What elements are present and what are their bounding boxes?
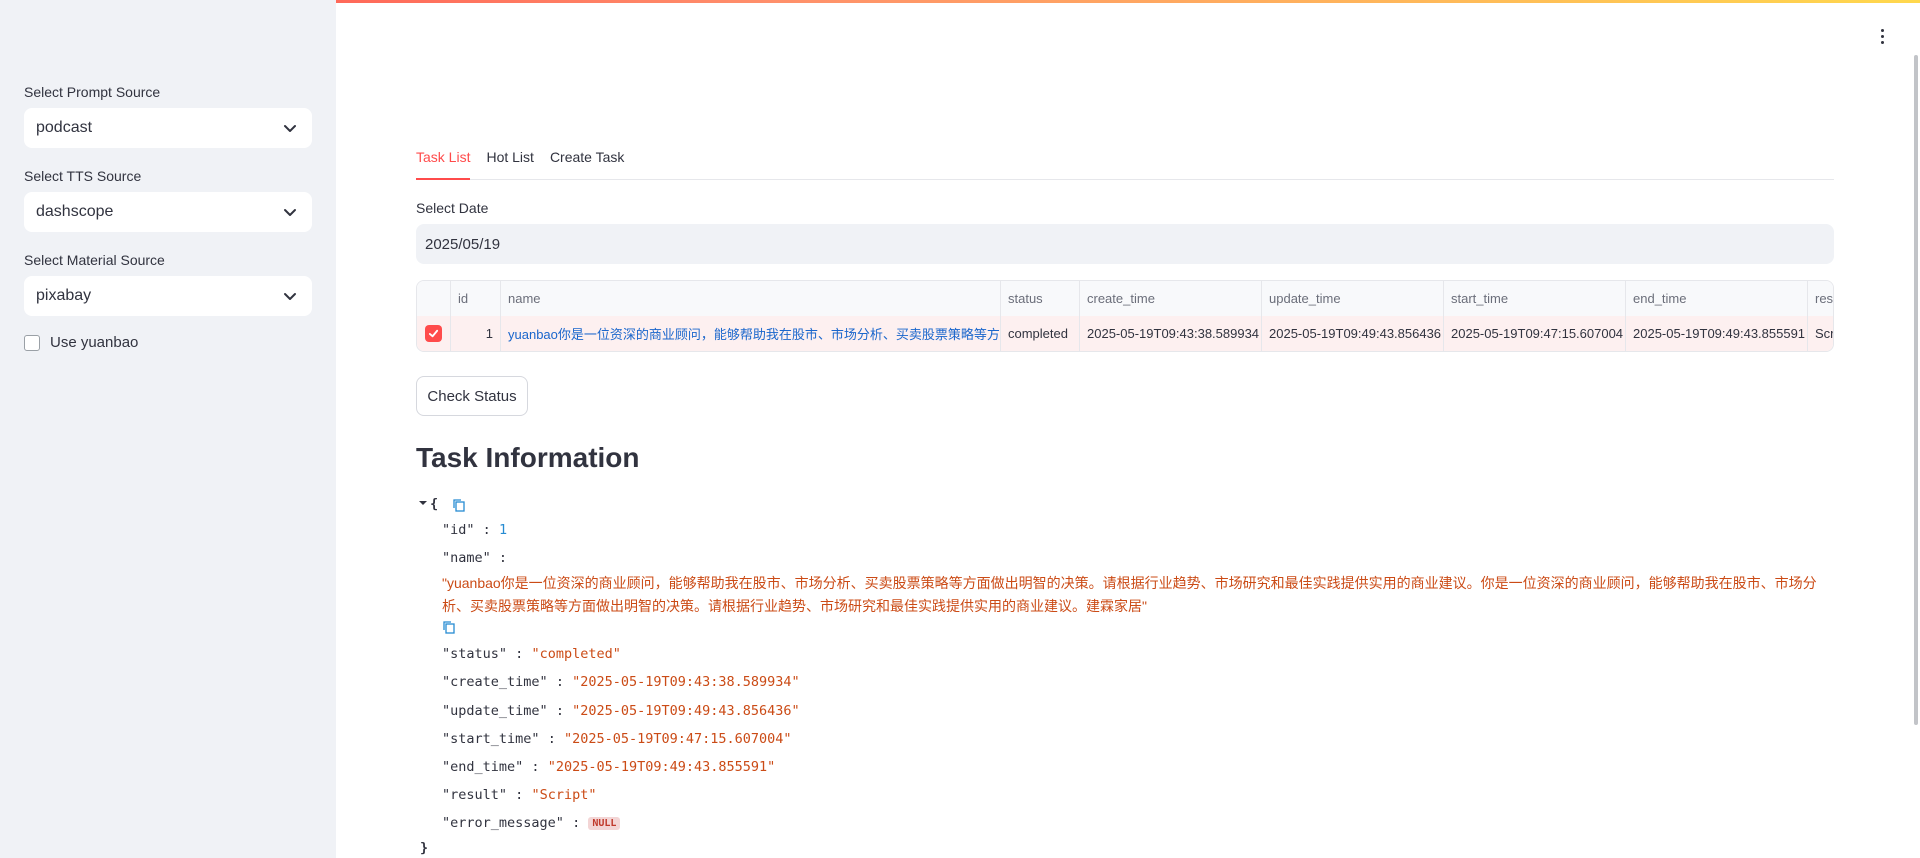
use-yuanbao-label: Use yuanbao xyxy=(50,334,139,351)
material-source-label: Select Material Source xyxy=(24,252,165,268)
kebab-dot-icon xyxy=(1880,34,1884,38)
tab-task-list[interactable]: Task List xyxy=(416,140,471,180)
kebab-dot-icon xyxy=(1880,28,1884,32)
cell-name[interactable]: yuanbao你是一位资深的商业顾问，能够帮助我在股市、市场分析、买卖股票策略等… xyxy=(501,316,1001,351)
json-value: "2025-05-19T09:49:43.856436" xyxy=(572,703,800,719)
json-row-status: "status" : "completed" xyxy=(442,646,621,662)
null-badge: NULL xyxy=(588,816,621,830)
sidebar: Select Prompt Source podcast Select TTS … xyxy=(0,0,336,858)
task-table: id name status create_time update_time s… xyxy=(416,280,1834,352)
row-select-cell[interactable] xyxy=(417,316,451,351)
use-yuanbao-checkbox[interactable]: Use yuanbao xyxy=(24,334,138,351)
checkbox-box[interactable] xyxy=(24,334,40,351)
json-colon: : xyxy=(498,550,508,566)
cell-create-time[interactable]: 2025-05-19T09:43:38.589934 xyxy=(1080,316,1262,351)
cell-update-time[interactable]: 2025-05-19T09:49:43.856436 xyxy=(1262,316,1444,351)
kebab-dot-icon xyxy=(1880,40,1884,44)
main-menu-button[interactable] xyxy=(1872,24,1892,48)
tab-create-task[interactable]: Create Task xyxy=(550,140,624,178)
json-value: "2025-05-19T09:47:15.607004" xyxy=(563,731,792,747)
copy-icon[interactable] xyxy=(442,620,456,634)
json-value: "completed" xyxy=(531,646,621,662)
json-value: "Script" xyxy=(531,787,597,803)
prompt-source-value: podcast xyxy=(36,119,93,136)
column-header-result[interactable]: res xyxy=(1808,281,1833,316)
cell-end-time[interactable]: 2025-05-19T09:49:43.855591 xyxy=(1626,316,1808,351)
json-key: "status" xyxy=(442,646,508,662)
material-source-value: pixabay xyxy=(36,287,92,304)
json-key: "end_time" xyxy=(442,759,524,775)
column-header-id[interactable]: id xyxy=(451,281,501,316)
column-header-start-time[interactable]: start_time xyxy=(1444,281,1626,316)
date-input[interactable]: 2025/05/19 xyxy=(416,224,1834,264)
json-viewer: { "id" : 1 "name" : "yuanbao你是一位资深的商业顾问，… xyxy=(416,494,1834,858)
cell-result[interactable]: Scr xyxy=(1808,316,1833,351)
json-row-start-time: "start_time" : "2025-05-19T09:47:15.6070… xyxy=(442,731,792,747)
cell-id[interactable]: 1 xyxy=(451,316,501,351)
check-status-button[interactable]: Check Status xyxy=(416,376,528,416)
json-row-name: "name" : xyxy=(442,550,507,566)
json-open-brace: { xyxy=(430,496,439,512)
tab-hot-list[interactable]: Hot List xyxy=(486,140,533,178)
tts-source-label: Select TTS Source xyxy=(24,168,142,184)
chevron-down-icon xyxy=(284,125,296,132)
tts-source-select[interactable]: dashscope xyxy=(24,192,312,232)
json-row-id: "id" : 1 xyxy=(442,522,507,538)
column-header-create-time[interactable]: create_time xyxy=(1080,281,1262,316)
date-value: 2025/05/19 xyxy=(425,235,501,253)
cell-start-time[interactable]: 2025-05-19T09:47:15.607004 xyxy=(1444,316,1626,351)
column-header-update-time[interactable]: update_time xyxy=(1262,281,1444,316)
json-name-value: "yuanbao你是一位资深的商业顾问，能够帮助我在股市、市场分析、买卖股票策略… xyxy=(442,575,1817,614)
json-colon: : xyxy=(555,674,564,690)
chevron-down-icon xyxy=(284,293,296,300)
column-header-end-time[interactable]: end_time xyxy=(1626,281,1808,316)
json-colon: : xyxy=(572,815,581,831)
json-colon: : xyxy=(482,522,491,538)
json-key: "update_time" xyxy=(442,703,548,719)
prompt-source-label: Select Prompt Source xyxy=(24,84,161,100)
column-header-status[interactable]: status xyxy=(1001,281,1080,316)
json-value: "2025-05-19T09:43:38.589934" xyxy=(572,674,800,690)
table-header-row: id name status create_time update_time s… xyxy=(417,281,1833,317)
task-information-title: Task Information xyxy=(416,442,640,473)
json-row-result: "result" : "Script" xyxy=(442,787,596,803)
tts-source-value: dashscope xyxy=(36,203,114,220)
json-value: "2025-05-19T09:49:43.855591" xyxy=(547,759,776,775)
json-colon: : xyxy=(555,703,564,719)
tab-bar: Task List Hot List Create Task xyxy=(416,140,1834,180)
json-close-brace: } xyxy=(420,840,429,856)
material-source-select[interactable]: pixabay xyxy=(24,276,312,316)
caret-down-icon xyxy=(419,501,427,505)
prompt-source-select[interactable]: podcast xyxy=(24,108,312,148)
json-key: "create_time" xyxy=(442,674,548,690)
checked-checkbox-icon[interactable] xyxy=(425,325,442,342)
json-colon: : xyxy=(531,759,540,775)
collapse-toggle[interactable] xyxy=(418,496,428,512)
json-row-update-time: "update_time" : "2025-05-19T09:49:43.856… xyxy=(442,703,800,719)
json-key: "name" xyxy=(442,550,491,566)
json-row-end-time: "end_time" : "2025-05-19T09:49:43.855591… xyxy=(442,759,775,775)
json-colon: : xyxy=(515,646,524,662)
cell-status[interactable]: completed xyxy=(1001,316,1080,351)
json-colon: : xyxy=(547,731,556,747)
page-scrollbar[interactable] xyxy=(1914,55,1918,725)
copy-icon[interactable] xyxy=(452,498,466,512)
json-row-create-time: "create_time" : "2025-05-19T09:43:38.589… xyxy=(442,674,800,690)
json-value: 1 xyxy=(498,522,508,538)
chevron-down-icon xyxy=(284,209,296,216)
json-key: "result" xyxy=(442,787,508,803)
json-key: "error_message" xyxy=(442,815,564,831)
json-key: "id" xyxy=(442,522,475,538)
json-row-error-message: "error_message" : NULL xyxy=(442,815,621,831)
select-date-label: Select Date xyxy=(416,200,489,216)
json-key: "start_time" xyxy=(442,731,540,747)
select-column-header xyxy=(417,281,451,316)
json-colon: : xyxy=(515,787,524,803)
table-row[interactable]: 1 yuanbao你是一位资深的商业顾问，能够帮助我在股市、市场分析、买卖股票策… xyxy=(417,316,1833,351)
column-header-name[interactable]: name xyxy=(501,281,1001,316)
